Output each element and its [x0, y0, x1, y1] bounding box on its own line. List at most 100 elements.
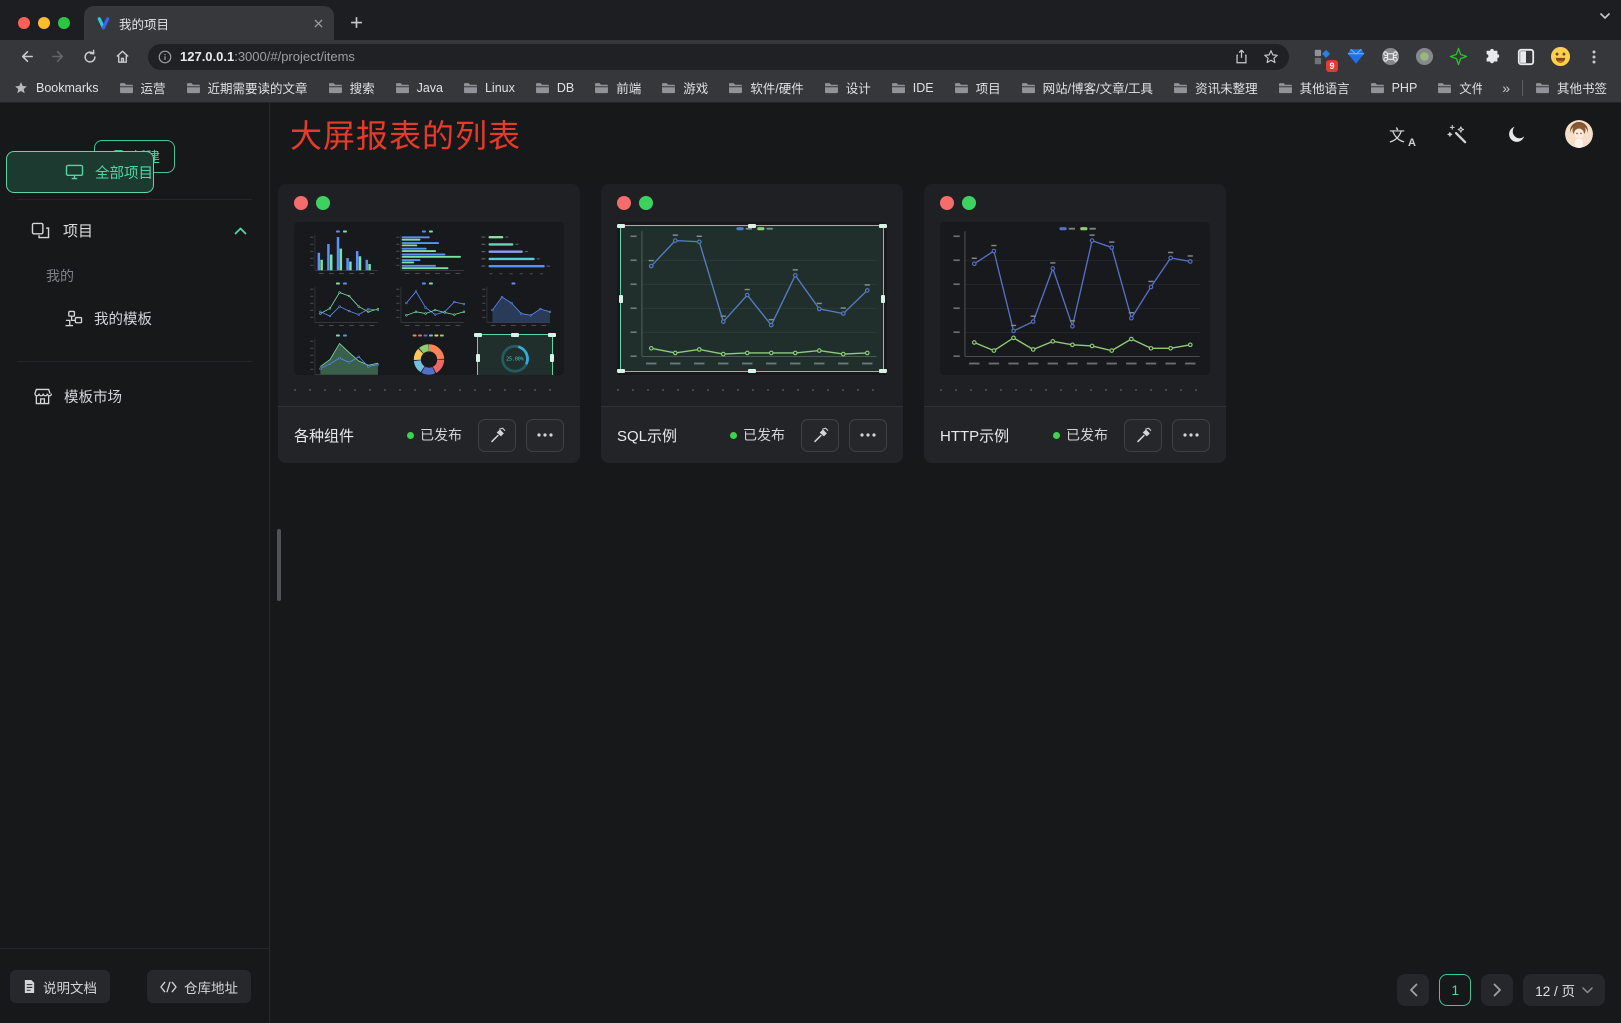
- current-page-button[interactable]: 1: [1439, 974, 1471, 1006]
- bookmark-folder[interactable]: IDE: [891, 81, 934, 95]
- bookmark-folder-label: Java: [417, 81, 443, 95]
- project-thumbnail[interactable]: [940, 222, 1210, 375]
- folder-icon: [954, 82, 969, 94]
- language-toggle-icon[interactable]: 文 A: [1385, 122, 1409, 146]
- edit-button[interactable]: [801, 419, 839, 452]
- prev-page-button[interactable]: [1397, 974, 1429, 1006]
- forward-button[interactable]: [44, 43, 72, 71]
- bookmark-folder[interactable]: 搜索: [328, 78, 375, 97]
- tab-search-chevron-icon[interactable]: [1599, 12, 1611, 20]
- mini-area-chart: [476, 281, 554, 331]
- fullscreen-window-button[interactable]: [58, 17, 70, 29]
- project-card[interactable]: HTTP示例 已发布: [924, 184, 1226, 463]
- tab-manager-extension-icon[interactable]: 9: [1311, 46, 1333, 68]
- sidebar-section-project[interactable]: 项目: [31, 220, 247, 241]
- bookmark-folder[interactable]: Java: [395, 81, 443, 95]
- bookmark-folder[interactable]: 文件服务器: [1437, 78, 1482, 97]
- bookmark-folder[interactable]: PHP: [1370, 81, 1418, 95]
- close-window-button[interactable]: [18, 17, 30, 29]
- more-button[interactable]: [849, 419, 887, 452]
- bookmark-folder[interactable]: 资讯未整理: [1173, 78, 1258, 97]
- more-button[interactable]: [1172, 419, 1210, 452]
- mini-line-chart: [304, 281, 382, 331]
- document-icon: [23, 979, 36, 994]
- mini-line-chart: [390, 281, 468, 331]
- card-footer: 各种组件 已发布: [278, 406, 580, 463]
- tab-close-icon[interactable]: [310, 15, 326, 31]
- new-tab-button[interactable]: [342, 8, 370, 36]
- split-view-extension-icon[interactable]: [1515, 46, 1537, 68]
- bookmark-folder-label: 软件/硬件: [750, 78, 803, 97]
- window-controls[interactable]: [0, 17, 84, 40]
- reload-button[interactable]: [76, 43, 104, 71]
- project-thumbnail[interactable]: 25.00%: [294, 222, 564, 375]
- theme-wand-icon[interactable]: [1445, 122, 1469, 146]
- bookmarks-overflow-chevron[interactable]: »: [1502, 80, 1510, 96]
- card-green-dot: [962, 196, 976, 210]
- next-page-button[interactable]: [1481, 974, 1513, 1006]
- page-size-select[interactable]: 12 / 页: [1523, 974, 1605, 1006]
- sidebar-item-my-templates[interactable]: 我的模板: [6, 297, 263, 339]
- project-thumbnail[interactable]: [617, 222, 887, 375]
- other-bookmarks-folder[interactable]: 其他书签: [1535, 78, 1607, 97]
- repo-button[interactable]: 仓库地址: [147, 970, 251, 1003]
- bookmarks-root[interactable]: Bookmarks: [14, 81, 99, 95]
- card-green-dot: [316, 196, 330, 210]
- home-button[interactable]: [108, 43, 136, 71]
- minimize-window-button[interactable]: [38, 17, 50, 29]
- bookmark-star-icon[interactable]: [1263, 49, 1279, 65]
- bookmark-folder[interactable]: 其他语言: [1278, 78, 1350, 97]
- sidebar-item-all-projects[interactable]: 全部项目: [6, 151, 154, 193]
- project-card[interactable]: SQL示例 已发布: [601, 184, 903, 463]
- folder-icon: [119, 82, 134, 94]
- command-extension-icon[interactable]: [1379, 46, 1401, 68]
- bookmark-folder[interactable]: 设计: [824, 78, 871, 97]
- share-icon[interactable]: [1234, 49, 1249, 65]
- folder-icon: [594, 82, 609, 94]
- folder-icon: [1370, 82, 1385, 94]
- bookmarks-label: Bookmarks: [36, 81, 99, 95]
- docs-button[interactable]: 说明文档: [10, 970, 110, 1003]
- sidebar-item-template-market[interactable]: 模板市场: [6, 375, 263, 417]
- site-info-icon[interactable]: [158, 50, 172, 64]
- chevron-up-icon[interactable]: [234, 227, 247, 235]
- bookmark-folder[interactable]: 网站/博客/文章/工具: [1021, 78, 1153, 97]
- bookmark-folder[interactable]: DB: [535, 81, 574, 95]
- bookmark-folder[interactable]: 前端: [594, 78, 641, 97]
- folder-icon: [535, 82, 550, 94]
- gem-extension-icon[interactable]: [1345, 46, 1367, 68]
- chevron-down-icon: [1582, 987, 1593, 994]
- page-size-value: 12 / 页: [1535, 980, 1575, 1000]
- status-dot: [730, 432, 737, 439]
- recorder-extension-icon[interactable]: [1413, 46, 1435, 68]
- bookmark-folder[interactable]: 近期需要读的文章: [186, 78, 308, 97]
- ellipsis-icon: [860, 433, 876, 437]
- address-bar[interactable]: 127.0.0.1:3000/#/project/items: [148, 44, 1289, 70]
- bookmark-folder-label: 游戏: [683, 78, 708, 97]
- puzzle-extensions-icon[interactable]: [1481, 46, 1503, 68]
- folder-icon: [186, 82, 201, 94]
- bookmark-folder[interactable]: 项目: [954, 78, 1001, 97]
- page-title: 大屏报表的列表: [290, 111, 521, 157]
- sparkle-star-extension-icon[interactable]: [1447, 46, 1469, 68]
- edit-button[interactable]: [478, 419, 516, 452]
- bookmark-folder[interactable]: 运营: [119, 78, 166, 97]
- profile-avatar-emoji[interactable]: [1549, 46, 1571, 68]
- bookmark-folder-label: PHP: [1392, 81, 1418, 95]
- folder-icon: [1535, 82, 1550, 94]
- browser-tab[interactable]: 我的项目: [84, 6, 334, 40]
- bookmark-folder-label: Linux: [485, 81, 515, 95]
- bookmark-folder[interactable]: 软件/硬件: [728, 78, 803, 97]
- scrollbar-thumb[interactable]: [277, 529, 281, 601]
- bookmark-folder[interactable]: Linux: [463, 81, 515, 95]
- more-button[interactable]: [526, 419, 564, 452]
- user-avatar[interactable]: [1565, 120, 1593, 148]
- project-card[interactable]: 25.00% 各种组件 已发布: [278, 184, 580, 463]
- back-button[interactable]: [12, 43, 40, 71]
- edit-button[interactable]: [1124, 419, 1162, 452]
- dark-mode-moon-icon[interactable]: [1505, 122, 1529, 146]
- bookmark-folder[interactable]: 游戏: [661, 78, 708, 97]
- bookmark-folder-label: 运营: [141, 78, 166, 97]
- bookmark-folder-label: 资讯未整理: [1195, 78, 1258, 97]
- browser-menu-icon[interactable]: [1583, 46, 1605, 68]
